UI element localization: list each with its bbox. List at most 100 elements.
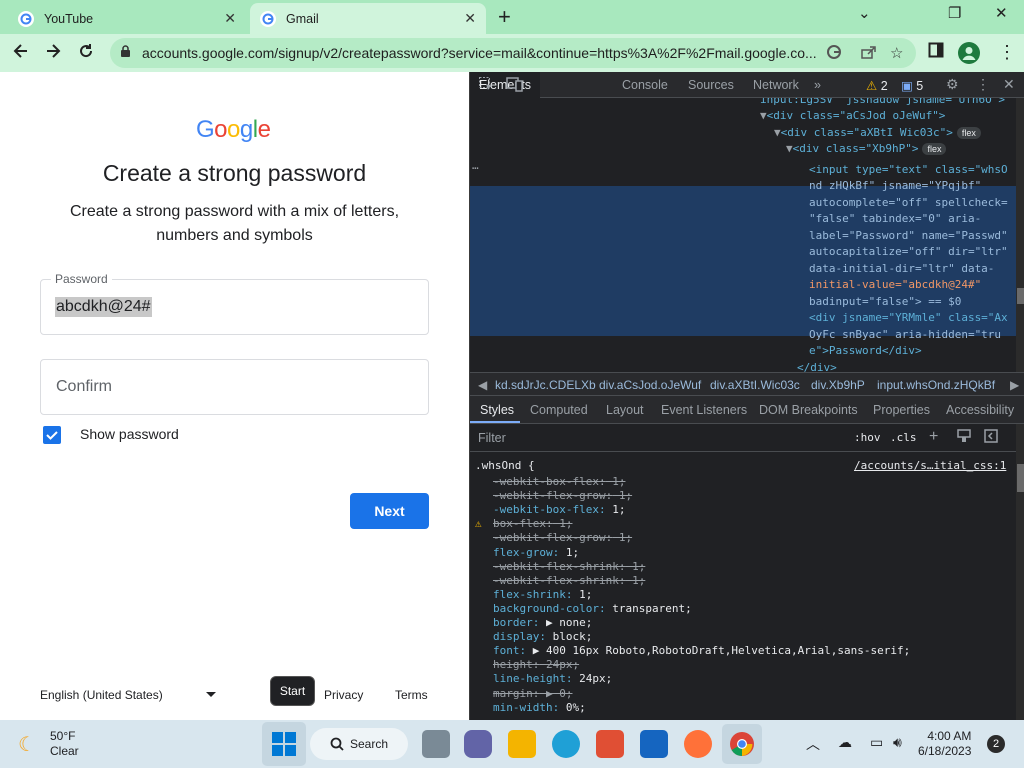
terms-link[interactable]: Terms: [395, 688, 428, 702]
dom-scrollbar[interactable]: [1016, 98, 1024, 372]
minimize-icon[interactable]: ⌄: [858, 4, 871, 22]
start-button[interactable]: [262, 722, 306, 766]
dom-line[interactable]: badinput="false"> == $0: [809, 294, 961, 310]
filter-input[interactable]: Filter: [474, 428, 842, 448]
more-tabs-icon[interactable]: »: [814, 78, 821, 92]
weather-widget[interactable]: 50°F Clear: [50, 729, 79, 759]
inspect-element-icon[interactable]: [478, 76, 494, 95]
side-panel-icon[interactable]: [928, 42, 944, 63]
settings-gear-icon[interactable]: ⚙: [946, 76, 959, 93]
chrome-taskbar-button[interactable]: [722, 724, 762, 764]
breadcrumb-item[interactable]: div.aXBtI.Wic03c: [710, 378, 800, 392]
scrollbar-thumb[interactable]: [1017, 288, 1024, 304]
forward-icon[interactable]: [44, 42, 62, 65]
dom-line[interactable]: <div jsname="YRMmle" class="Ax: [809, 310, 1008, 326]
css-declaration[interactable]: box-flex: 1;: [493, 517, 572, 531]
dom-line[interactable]: ▼<div class="Xb9hP"> flex: [786, 141, 947, 157]
back-icon[interactable]: [12, 42, 30, 65]
breadcrumb-right-icon[interactable]: ▶: [1010, 378, 1019, 392]
teams-chat-icon[interactable]: [464, 730, 492, 758]
file-explorer-icon[interactable]: [508, 730, 536, 758]
tab-youtube[interactable]: YouTube ✕: [8, 3, 246, 34]
volume-icon[interactable]: 🔊︎: [893, 734, 902, 751]
close-devtools-icon[interactable]: ✕: [1003, 76, 1015, 93]
tab-layout[interactable]: Layout: [606, 403, 644, 417]
css-declaration[interactable]: -webkit-flex-shrink: 1;: [493, 560, 645, 574]
share-icon[interactable]: [860, 44, 876, 64]
devtools-menu-icon[interactable]: ⋮: [976, 76, 990, 93]
google-lens-icon[interactable]: [826, 44, 842, 64]
css-declaration[interactable]: margin: ▶ 0;: [493, 687, 572, 701]
breadcrumb-item[interactable]: div.Xb9hP: [811, 378, 865, 392]
css-declaration[interactable]: -webkit-box-flex: 1;: [493, 475, 625, 489]
reload-icon[interactable]: [77, 42, 95, 65]
toggle-sidebar-icon[interactable]: [984, 429, 998, 446]
hov-toggle[interactable]: :hov: [854, 431, 881, 444]
privacy-link[interactable]: Privacy: [324, 688, 363, 702]
tab-dom-breakpoints[interactable]: DOM Breakpoints: [759, 403, 858, 417]
dom-line[interactable]: initial-value="abcdkh@24#": [809, 277, 981, 293]
dom-line[interactable]: autocomplete="off" spellcheck=: [809, 195, 1008, 211]
dom-line[interactable]: </div>: [797, 360, 837, 372]
css-declaration[interactable]: -webkit-box-flex: 1;: [493, 503, 625, 517]
flex-badge[interactable]: flex: [956, 127, 981, 139]
css-declaration[interactable]: height: 24px;: [493, 658, 579, 672]
password-value[interactable]: abcdkh@24#: [55, 297, 152, 317]
css-declaration[interactable]: -webkit-flex-grow: 1;: [493, 489, 632, 503]
tab-console[interactable]: Console: [622, 78, 668, 92]
breadcrumb-item[interactable]: input.whsOnd.zHQkBf: [877, 378, 995, 392]
mail-icon[interactable]: [640, 730, 668, 758]
close-tab-icon[interactable]: ✕: [464, 10, 476, 27]
new-style-rule-icon[interactable]: +: [929, 428, 938, 446]
next-button[interactable]: Next: [350, 493, 429, 529]
cloud-offline-icon[interactable]: ☁: [838, 734, 852, 751]
network-icon[interactable]: ▭: [870, 734, 883, 751]
bookmark-star-icon[interactable]: ☆: [890, 44, 903, 62]
tab-event-listeners[interactable]: Event Listeners: [661, 403, 747, 417]
dom-line[interactable]: e">Password</div>: [809, 343, 922, 359]
computed-styles-icon[interactable]: [957, 429, 971, 446]
close-tab-icon[interactable]: ✕: [224, 10, 236, 27]
cls-toggle[interactable]: .cls: [890, 431, 917, 444]
dom-line[interactable]: input:Lg5SV" jsshadow jsname="Ufn6O">: [760, 98, 1005, 108]
notification-badge[interactable]: 2: [987, 735, 1005, 753]
dom-line[interactable]: autocapitalize="off" dir="ltr": [809, 244, 1008, 260]
tab-styles[interactable]: Styles: [480, 403, 514, 417]
css-declaration[interactable]: display: block;: [493, 630, 592, 644]
breadcrumb-left-icon[interactable]: ◀: [478, 378, 487, 392]
edge-icon[interactable]: [552, 730, 580, 758]
show-password-label[interactable]: Show password: [80, 426, 179, 442]
dom-line[interactable]: nd zHQkBf" jsname="YPqjbf": [809, 178, 981, 194]
show-password-checkbox[interactable]: [43, 426, 61, 444]
dom-line[interactable]: label="Password" name="Passwd": [809, 228, 1008, 244]
clock[interactable]: 4:00 AM 6/18/2023: [918, 729, 971, 759]
chevron-up-icon[interactable]: ︿: [806, 734, 820, 754]
messages-badge[interactable]: ▣ 5: [901, 78, 923, 93]
lock-icon[interactable]: [120, 45, 131, 57]
window-close-icon[interactable]: ✕: [995, 4, 1008, 22]
firefox-icon[interactable]: [684, 730, 712, 758]
tab-accessibility[interactable]: Accessibility: [946, 403, 1014, 417]
dom-line[interactable]: ▼<div class="aCsJod oJeWuf">: [760, 108, 945, 124]
warning-icon[interactable]: ⚠: [475, 517, 482, 531]
profile-avatar-icon[interactable]: [958, 42, 980, 69]
language-selector[interactable]: English (United States): [40, 688, 163, 702]
css-declaration[interactable]: -webkit-flex-grow: 1;: [493, 531, 632, 545]
css-declaration[interactable]: line-height: 24px;: [493, 672, 612, 686]
tab-network[interactable]: Network: [753, 78, 799, 92]
css-declaration[interactable]: flex-shrink: 1;: [493, 588, 592, 602]
css-declaration[interactable]: min-width: 0%;: [493, 701, 586, 715]
password-field[interactable]: Password abcdkh@24#: [40, 272, 429, 335]
dom-line[interactable]: ▼<div class="aXBtI Wic03c"> flex: [774, 125, 981, 141]
microsoft-store-icon[interactable]: [596, 730, 624, 758]
scrollbar-thumb[interactable]: [1017, 464, 1024, 492]
css-declaration[interactable]: flex-grow: 1;: [493, 546, 579, 560]
confirm-field[interactable]: Confirm: [40, 359, 429, 415]
device-toolbar-icon[interactable]: [506, 76, 524, 95]
breadcrumb-item[interactable]: kd.sdJrJc.CDELXb: [495, 378, 596, 392]
restore-icon[interactable]: ❐: [948, 4, 961, 22]
task-view-icon[interactable]: [422, 730, 450, 758]
styles-scrollbar[interactable]: [1016, 424, 1024, 720]
moon-weather-icon[interactable]: ☾: [18, 732, 36, 757]
ellipsis-icon[interactable]: …: [472, 158, 479, 174]
